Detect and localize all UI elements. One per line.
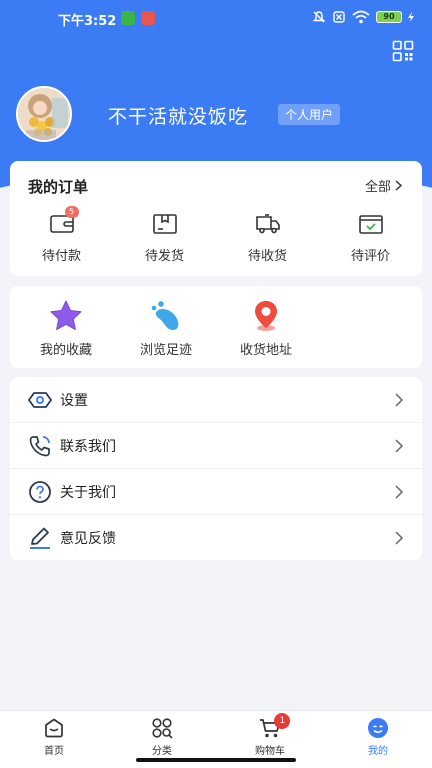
orders-all-link[interactable]: 全部 [365,176,402,195]
menu-item-label: 联系我们 [60,438,116,455]
user-type-badge: 个人用户 [278,104,341,125]
shortcut-favorites[interactable]: 我的收藏 [16,299,116,358]
mute-icon [312,11,326,23]
menu-item-settings[interactable]: 设置 [10,377,422,423]
package-icon [152,214,177,234]
settings-icon [28,391,52,408]
chevron-right-icon [395,438,404,453]
charging-icon [408,12,414,22]
truck-icon [255,214,280,234]
footprint-icon [151,301,179,330]
menu-item-label: 意见反馈 [60,531,116,547]
menu-item-feedback[interactable]: 意见反馈 [10,515,422,561]
edit-icon [30,527,50,549]
chevron-right-icon [395,392,404,407]
menu-item-contact[interactable]: 联系我们 [10,423,422,469]
chevron-right-icon [395,484,404,499]
status-bar: 下午3:52 90 [0,8,432,30]
order-item-pending-shipment[interactable]: 待发货 [113,213,216,264]
phone-icon [29,435,50,456]
shortcut-history[interactable]: 浏览足迹 [116,299,216,358]
battery-indicator: 90 [376,11,402,23]
orders-title: 我的订单 [28,178,89,196]
wifi-icon [352,10,370,24]
app-notification-icon [141,11,155,25]
orders-card: 我的订单 全部 5 待付款 待发货 待收货 待评价 [10,161,422,276]
chevron-right-icon [395,531,404,545]
star-icon [50,300,82,330]
wechat-notification-icon [121,11,135,25]
profile-icon [368,718,388,738]
review-icon [358,215,383,234]
order-item-label: 待收货 [247,249,287,264]
order-item-label: 待发货 [144,249,184,264]
menu-item-about[interactable]: 关于我们 [10,469,422,515]
order-item-pending-payment[interactable]: 5 待付款 [10,206,113,264]
order-badge: 5 [64,206,79,218]
tab-label: 首页 [44,746,64,757]
status-time: 下午3:52 [58,14,117,29]
order-item-label: 待付款 [41,249,81,264]
order-item-pending-receipt[interactable]: 待收货 [216,213,319,264]
home-icon [45,718,63,738]
home-indicator [136,758,296,762]
shortcut-label: 收货地址 [239,343,292,358]
shortcut-label: 我的收藏 [39,343,92,358]
shortcut-address[interactable]: 收货地址 [216,299,316,358]
sim-off-icon [333,11,345,23]
tab-profile[interactable]: 我的 [324,711,432,768]
menu-item-label: 设置 [60,392,88,409]
tab-label: 分类 [152,746,172,757]
order-item-label: 待评价 [350,249,390,264]
settings-menu: 设置 联系我们 关于我们 意见反馈 [10,377,422,560]
chevron-right-icon [395,180,402,191]
category-icon [152,718,173,739]
tab-label: 我的 [368,746,388,757]
username: 不干活就没饭吃 [108,106,249,128]
order-item-pending-review[interactable]: 待评价 [319,213,422,264]
avatar[interactable] [16,86,72,142]
orders-all-label: 全部 [364,180,391,195]
shortcuts-card: 我的收藏 浏览足迹 收货地址 [10,286,422,368]
cart-badge: 1 [274,713,291,729]
menu-item-label: 关于我们 [60,484,116,501]
location-pin-icon [255,301,277,331]
help-icon [29,480,51,503]
shortcut-label: 浏览足迹 [139,343,192,358]
tab-label: 购物车 [255,746,285,757]
qr-code-icon[interactable] [392,40,414,62]
tab-home[interactable]: 首页 [0,711,108,768]
